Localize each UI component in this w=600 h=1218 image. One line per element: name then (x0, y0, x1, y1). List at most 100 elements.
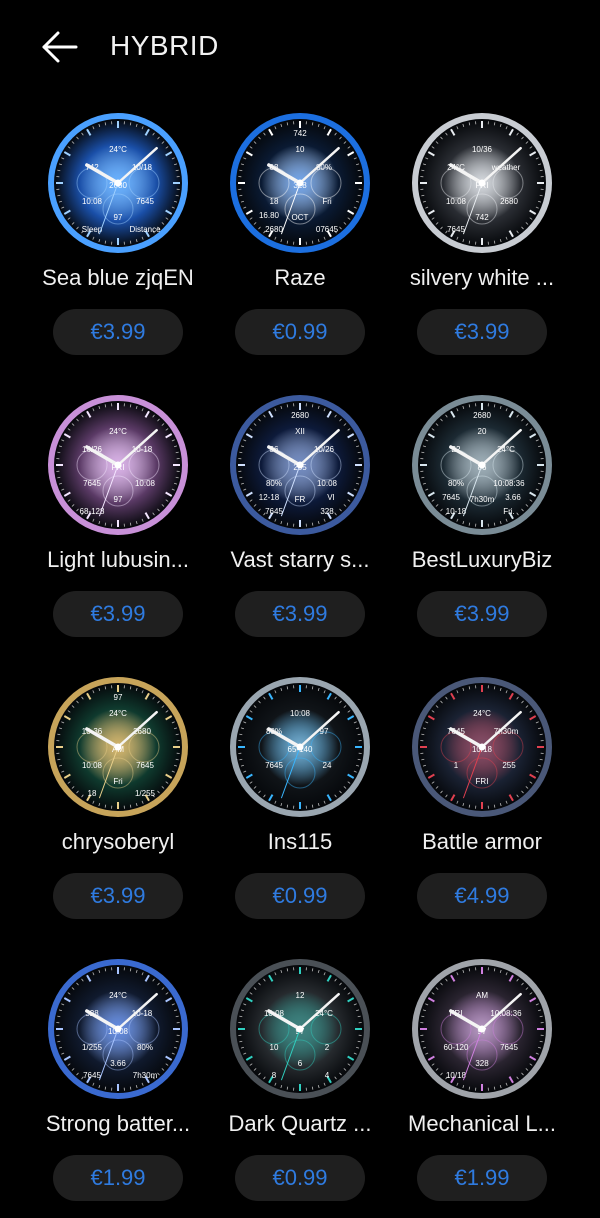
watchface-card[interactable]: 1210:0824°C97102684Dark Quartz ...€0.99 (209, 958, 391, 1218)
watchface-text: 10 (296, 145, 305, 154)
watchface-text: 24 (323, 761, 332, 770)
watchface-text: 7645 (447, 225, 465, 234)
watchface-card[interactable]: XII3610/2625580%10:08FR7645328268012-18V… (209, 394, 391, 654)
watchface-text: 18 (270, 197, 279, 206)
watchface-text: 7645 (136, 761, 154, 770)
price-button[interactable]: €3.99 (53, 873, 183, 919)
watchface-text: XII (295, 427, 305, 436)
price-button[interactable]: €3.99 (53, 309, 183, 355)
watchface-text: 10:08 (317, 479, 338, 488)
price-button[interactable]: €3.99 (53, 591, 183, 637)
watchface-text: 1/255 (82, 1043, 103, 1052)
watchface-name: Battle armor (385, 829, 579, 855)
watchface-text: VI (327, 493, 335, 502)
watchface-text: 3.66 (505, 493, 521, 502)
price-button[interactable]: €0.99 (235, 309, 365, 355)
watchface-card[interactable]: 10:0880%9765-140764524Ins115€0.99 (209, 676, 391, 936)
watchface-text: 7645 (500, 1043, 518, 1052)
watchface-preview[interactable]: 202224°C8680%10:08:367h30m10-18Fri.26807… (411, 394, 553, 536)
watchface-text: 6 (298, 1059, 303, 1068)
watchface-text: 742 (475, 213, 489, 222)
watchface-card[interactable]: 24°C16/2610-18FRI764510:089768-128Light … (27, 394, 209, 654)
watchface-text: Fri (113, 777, 123, 786)
watchface-text: 2 (325, 1043, 330, 1052)
watchface-preview[interactable]: 24°C10-362680AM10:087645Fri181/25597 (47, 676, 189, 818)
watchface-preview[interactable]: 100880%32818FriOCT26800764574216.80 (229, 112, 371, 254)
watchface-preview[interactable]: 24°C76457h30m10/181255FRI (411, 676, 553, 818)
watchface-text: 12 (296, 991, 305, 1000)
price-button[interactable]: €0.99 (235, 873, 365, 919)
watchface-text: 7645 (83, 1071, 101, 1080)
watchface-preview[interactable]: AMFRI10:08:369760-120764532810/18 (411, 958, 553, 1100)
back-button[interactable] (38, 27, 82, 67)
watchface-text: 97 (114, 213, 123, 222)
watchface-text: 07645 (316, 225, 339, 234)
price-button[interactable]: €1.99 (417, 1155, 547, 1201)
watchface-preview[interactable]: 24°C16/2610-18FRI764510:089768-128 (47, 394, 189, 536)
watchface-text: 328 (475, 1059, 489, 1068)
watchface-text: 80% (448, 479, 464, 488)
watchface-text: 10:08 (82, 197, 103, 206)
watchface-text: 2680 (500, 197, 518, 206)
watchface-name: Ins115 (203, 829, 397, 855)
watchface-name: Raze (203, 265, 397, 291)
watchface-text: 7645 (442, 493, 460, 502)
watchface-text: 2680 (265, 225, 283, 234)
watchface-text: 7h30m (133, 1071, 158, 1080)
price-button[interactable]: €0.99 (235, 1155, 365, 1201)
watchface-text: 18 (88, 789, 97, 798)
watchface-text: 20 (478, 427, 487, 436)
watchface-card[interactable]: 10/3624°CweatherFRI10:0826807427645silve… (391, 112, 573, 372)
watchface-name: Sea blue zjqEN (21, 265, 215, 291)
watchface-text: 97 (114, 693, 123, 702)
watchface-preview[interactable]: 24°C74210/18268010:08764597SleepDistance (47, 112, 189, 254)
watchface-text: 10:08 (446, 197, 467, 206)
watchface-card[interactable]: 24°C32810-1810:081/25580%3.6676457h30mSt… (27, 958, 209, 1218)
watchface-card[interactable]: 24°C74210/18268010:08764597SleepDistance… (27, 112, 209, 372)
watchface-text: 742 (293, 129, 307, 138)
watchface-preview[interactable]: 1210:0824°C97102684 (229, 958, 371, 1100)
price-button[interactable]: €3.99 (417, 309, 547, 355)
price-button[interactable]: €1.99 (53, 1155, 183, 1201)
watchface-text: 24°C (109, 991, 127, 1000)
watchface-text: 8 (272, 1071, 277, 1080)
watchface-card[interactable]: 100880%32818FriOCT26800764574216.80Raze€… (209, 112, 391, 372)
watchface-text: Distance (129, 225, 161, 234)
watchface-name: Strong batter... (21, 1111, 215, 1137)
watchface-preview[interactable]: XII3610/2625580%10:08FR7645328268012-18V… (229, 394, 371, 536)
watchface-name: Mechanical L... (385, 1111, 579, 1137)
price-button[interactable]: €4.99 (417, 873, 547, 919)
watchface-card[interactable]: AMFRI10:08:369760-120764532810/18Mechani… (391, 958, 573, 1218)
watchface-preview[interactable]: 10/3624°CweatherFRI10:0826807427645 (411, 112, 553, 254)
watchface-text: 16.80 (259, 211, 280, 220)
watchface-text: 3.66 (110, 1059, 126, 1068)
price-button[interactable]: €3.99 (417, 591, 547, 637)
watchface-card[interactable]: 202224°C8680%10:08:367h30m10-18Fri.26807… (391, 394, 573, 654)
watchface-text: 10:08 (82, 761, 103, 770)
watchface-text: 328 (320, 507, 334, 516)
watchface-card[interactable]: 24°C10-362680AM10:087645Fri181/25597chry… (27, 676, 209, 936)
top-bar: HYBRID (0, 0, 600, 92)
watchface-text: 2680 (291, 411, 309, 420)
watchface-text: FR (295, 495, 306, 504)
watchface-text: FRI (476, 777, 489, 786)
watchface-text: 10/36 (472, 145, 493, 154)
watchface-text: 24°C (109, 427, 127, 436)
watchface-text: 2680 (473, 411, 491, 420)
watchface-text: 24°C (473, 709, 491, 718)
watchface-preview[interactable]: 24°C32810-1810:081/25580%3.6676457h30m (47, 958, 189, 1100)
watchface-text: 7h30m (470, 495, 495, 504)
watchface-text: 80% (137, 1043, 153, 1052)
watchface-name: BestLuxuryBiz (385, 547, 579, 573)
arrow-left-icon (38, 27, 82, 67)
watchface-text: Fri (322, 197, 332, 206)
watchface-text: OCT (292, 213, 309, 222)
watchface-name: Light lubusin... (21, 547, 215, 573)
watchface-text: 1 (454, 761, 459, 770)
watchface-text: 24°C (109, 145, 127, 154)
watchface-text: 10:08:36 (493, 479, 525, 488)
price-button[interactable]: €3.99 (235, 591, 365, 637)
watchface-text: 12-18 (259, 493, 280, 502)
watchface-preview[interactable]: 10:0880%9765-140764524 (229, 676, 371, 818)
watchface-card[interactable]: 24°C76457h30m10/181255FRIBattle armor€4.… (391, 676, 573, 936)
